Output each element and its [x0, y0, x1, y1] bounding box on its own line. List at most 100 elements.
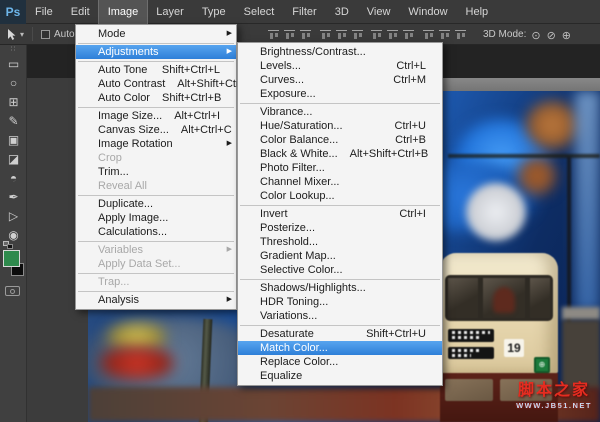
menu-item-selective-color[interactable]: Selective Color... [238, 263, 442, 277]
menu-item-apply-data-set: Apply Data Set... [76, 257, 236, 271]
align-top-edges-icon[interactable] [268, 30, 279, 40]
distribute-vertical-centers-icon[interactable] [387, 30, 398, 40]
menu-item-gradient-map[interactable]: Gradient Map... [238, 249, 442, 263]
menu-item-auto-contrast[interactable]: Auto ContrastAlt+Shift+Ctrl+L [76, 77, 236, 91]
distribute-top-edges-icon[interactable] [371, 30, 382, 40]
menu-item-analysis[interactable]: Analysis▶ [76, 293, 236, 307]
distribute-bottom-edges-icon[interactable] [403, 30, 414, 40]
menubar-item-select[interactable]: Select [235, 0, 284, 24]
menu-separator [240, 103, 440, 104]
align-left-edges-icon[interactable] [320, 30, 331, 40]
pen-tool-icon[interactable]: ✒ [0, 188, 27, 207]
photoshop-logo[interactable]: Ps [0, 0, 26, 24]
menu-item-label: Trim... [98, 166, 129, 178]
lasso-tool-icon[interactable]: ○ [0, 74, 27, 93]
menu-item-vibrance[interactable]: Vibrance... [238, 105, 442, 119]
bus-route-number: 19 [504, 339, 524, 357]
default-colors-icon[interactable] [3, 241, 13, 249]
menu-item-image-rotation[interactable]: Image Rotation▶ [76, 137, 236, 151]
menu-item-levels[interactable]: Levels...Ctrl+L [238, 59, 442, 73]
bokeh-white [466, 183, 526, 241]
menu-item-label: Adjustments [98, 46, 159, 58]
menu-item-canvas-size[interactable]: Canvas Size...Alt+Ctrl+C [76, 123, 236, 137]
foreground-color-swatch[interactable] [3, 250, 20, 267]
menubar-item-edit[interactable]: Edit [62, 0, 99, 24]
menu-item-label: Mode [98, 28, 126, 40]
menu-item-trim[interactable]: Trim... [76, 165, 236, 179]
watermark: 脚本之家 WWW.JB51.NET [516, 376, 592, 410]
menu-item-variations[interactable]: Variations... [238, 309, 442, 323]
menu-item-color-balance[interactable]: Color Balance...Ctrl+B [238, 133, 442, 147]
menu-item-brightness-contrast[interactable]: Brightness/Contrast... [238, 45, 442, 59]
menu-item-shadows-highlights[interactable]: Shadows/Highlights... [238, 281, 442, 295]
menu-item-exposure[interactable]: Exposure... [238, 87, 442, 101]
menu-item-hdr-toning[interactable]: HDR Toning... [238, 295, 442, 309]
auto-select-checkbox[interactable] [41, 30, 50, 39]
menu-item-image-size[interactable]: Image Size...Alt+Ctrl+I [76, 109, 236, 123]
menu-item-black-white[interactable]: Black & White...Alt+Shift+Ctrl+B [238, 147, 442, 161]
menu-item-match-color[interactable]: Match Color... [238, 341, 442, 355]
menu-item-calculations[interactable]: Calculations... [76, 225, 236, 239]
path-selection-tool-icon[interactable]: ▷ [0, 207, 27, 226]
menu-item-label: Exposure... [260, 88, 316, 100]
blur-tool-icon[interactable]: ◓ [0, 169, 27, 188]
submenu-arrow-icon: ▶ [227, 45, 232, 59]
3d-rotate-camera-icon[interactable]: ⊙ [531, 30, 540, 42]
menubar-item-layer[interactable]: Layer [147, 0, 193, 24]
menu-item-label: Brightness/Contrast... [260, 46, 366, 58]
menu-item-desaturate[interactable]: DesaturateShift+Ctrl+U [238, 327, 442, 341]
menu-item-threshold[interactable]: Threshold... [238, 235, 442, 249]
menu-item-adjustments[interactable]: Adjustments ▶ [76, 45, 236, 59]
healing-brush-tool-icon[interactable]: ✎ [0, 112, 27, 131]
menu-item-duplicate[interactable]: Duplicate... [76, 197, 236, 211]
menu-item-label: Analysis [98, 294, 139, 306]
bokeh-orange [518, 157, 556, 195]
menubar-item-filter[interactable]: Filter [283, 0, 325, 24]
menu-item-replace-color[interactable]: Replace Color... [238, 355, 442, 369]
crop-tool-icon[interactable]: ⊞ [0, 93, 27, 112]
divider [32, 27, 33, 41]
align-vertical-centers-icon[interactable] [284, 30, 295, 40]
menu-item-auto-tone[interactable]: Auto ToneShift+Ctrl+L [76, 63, 236, 77]
distribute-left-edges-icon[interactable] [423, 30, 434, 40]
menubar-item-3d[interactable]: 3D [326, 0, 358, 24]
distribute-horizontal-centers-icon[interactable] [439, 30, 450, 40]
chevron-down-icon[interactable]: ▾ [20, 30, 24, 39]
menubar-item-help[interactable]: Help [457, 0, 498, 24]
window-frame-vertical [567, 157, 571, 332]
align-horizontal-centers-icon[interactable] [336, 30, 347, 40]
menu-item-apply-image[interactable]: Apply Image... [76, 211, 236, 225]
distribute-right-edges-icon[interactable] [455, 30, 466, 40]
align-right-edges-icon[interactable] [352, 30, 363, 40]
menu-item-label: Black & White... [260, 148, 338, 160]
align-bottom-edges-icon[interactable] [300, 30, 311, 40]
menu-item-mode[interactable]: Mode▶ [76, 27, 236, 41]
3d-roll-camera-icon[interactable]: ⊘ [547, 30, 556, 42]
3d-pan-camera-icon[interactable]: ⊕ [562, 30, 571, 42]
menu-item-photo-filter[interactable]: Photo Filter... [238, 161, 442, 175]
menu-item-trap: Trap... [76, 275, 236, 289]
menu-item-label: Color Balance... [260, 134, 338, 146]
bus-operator-logo: ⊕ [534, 357, 550, 373]
panel-grip-icon[interactable]: ∷ [0, 45, 26, 55]
clone-stamp-tool-icon[interactable]: ▣ [0, 131, 27, 150]
menu-item-invert[interactable]: InvertCtrl+I [238, 207, 442, 221]
menu-item-label: Replace Color... [260, 356, 338, 368]
submenu-arrow-icon: ▶ [227, 243, 232, 257]
menu-item-equalize[interactable]: Equalize [238, 369, 442, 383]
menubar-item-file[interactable]: File [26, 0, 62, 24]
bus-upper-windows [445, 275, 553, 321]
menu-item-posterize[interactable]: Posterize... [238, 221, 442, 235]
menubar-item-view[interactable]: View [358, 0, 400, 24]
menu-item-hue-saturation[interactable]: Hue/Saturation...Ctrl+U [238, 119, 442, 133]
menu-item-curves[interactable]: Curves...Ctrl+M [238, 73, 442, 87]
eraser-tool-icon[interactable]: ◪ [0, 150, 27, 169]
menubar-item-image[interactable]: Image [99, 0, 148, 24]
menu-item-color-lookup[interactable]: Color Lookup... [238, 189, 442, 203]
menubar-item-window[interactable]: Window [399, 0, 456, 24]
menu-item-auto-color[interactable]: Auto ColorShift+Ctrl+B [76, 91, 236, 105]
menu-item-channel-mixer[interactable]: Channel Mixer... [238, 175, 442, 189]
menubar-item-type[interactable]: Type [193, 0, 235, 24]
rectangular-marquee-tool-icon[interactable]: ▭ [0, 55, 27, 74]
quick-mask-icon[interactable] [5, 286, 20, 296]
